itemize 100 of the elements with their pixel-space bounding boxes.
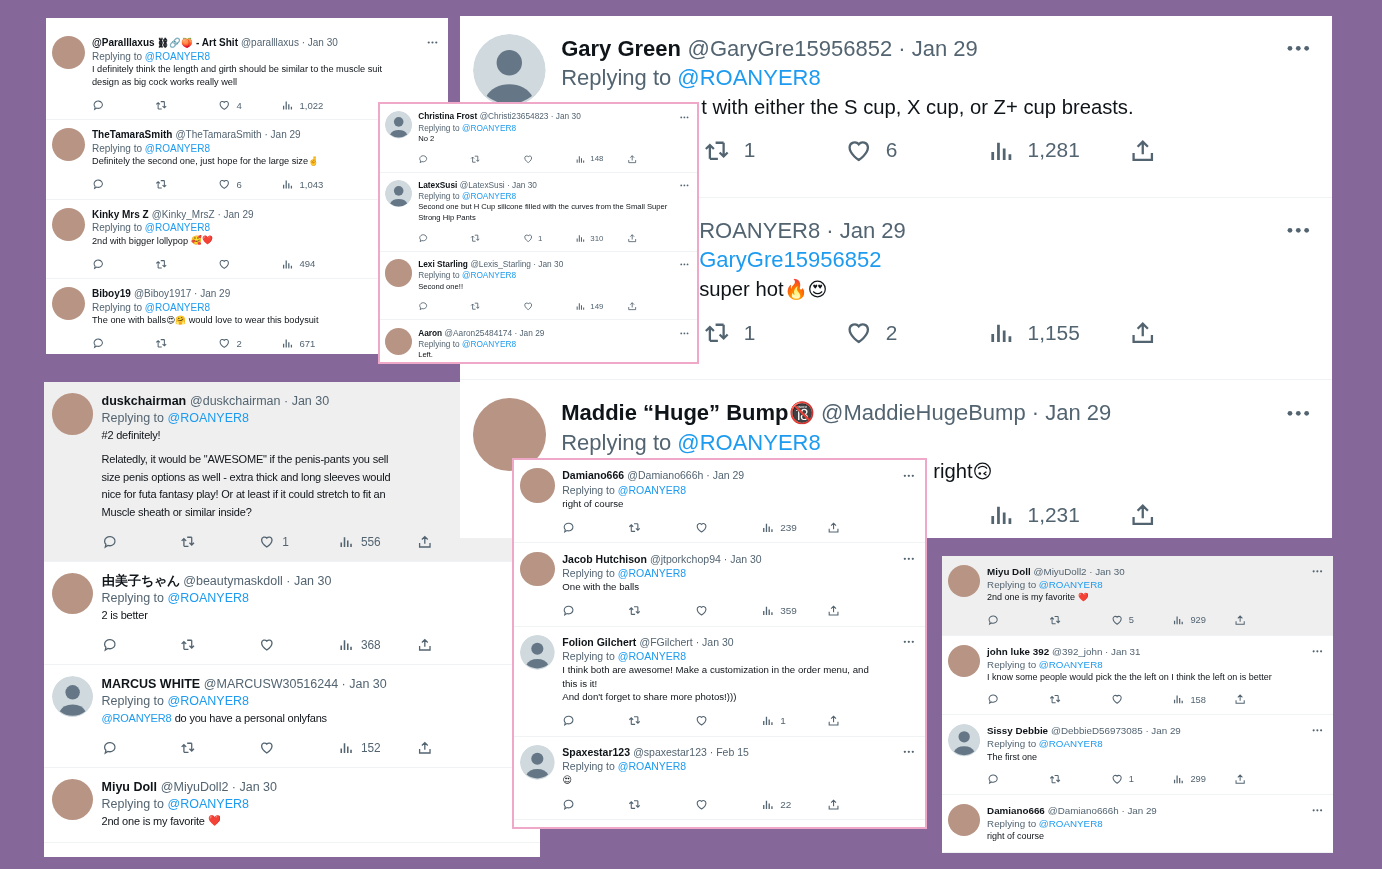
retweet-icon[interactable] [155, 178, 168, 191]
retweet-icon[interactable] [470, 301, 481, 312]
mention-link[interactable]: @ROANYER8 [461, 191, 517, 202]
heart-icon[interactable] [259, 637, 275, 653]
mention-link[interactable]: @ROANYER8 [617, 483, 687, 496]
share-icon[interactable] [416, 637, 433, 653]
heart-icon[interactable] [259, 740, 275, 756]
heart-icon[interactable] [694, 797, 708, 811]
mention-link[interactable]: @ROANYER8 [167, 411, 249, 426]
bar-chart-icon[interactable] [760, 604, 774, 618]
mention-link[interactable]: @ROANYER8 [167, 797, 249, 811]
mention-link[interactable]: @ROANYER8 [617, 760, 687, 773]
mention-link[interactable]: GaryGre15956852 [699, 247, 882, 273]
speech-bubble-icon[interactable] [101, 534, 118, 550]
speech-bubble-icon[interactable] [562, 604, 576, 618]
retweet-icon[interactable] [470, 232, 481, 244]
mention-link[interactable]: @ROANYER8 [1038, 738, 1103, 750]
share-icon[interactable] [826, 604, 840, 618]
speech-bubble-icon[interactable] [987, 693, 1000, 706]
speech-bubble-icon[interactable] [101, 637, 118, 653]
bar-chart-icon[interactable] [337, 637, 354, 653]
mention-link[interactable]: @ROANYER8 [677, 429, 821, 455]
mention-link[interactable]: @ROANYER8 [677, 65, 821, 91]
heart-icon[interactable] [218, 98, 231, 112]
heart-icon[interactable] [1110, 613, 1123, 626]
mention-link[interactable]: @ROANYER8 [1038, 579, 1103, 591]
bar-chart-icon[interactable] [575, 153, 586, 165]
share-icon[interactable] [416, 740, 433, 756]
heart-icon[interactable] [1110, 773, 1123, 786]
heart-icon[interactable] [259, 534, 275, 550]
heart-icon[interactable] [218, 257, 231, 270]
mention-link[interactable]: @ROANYER8 [1038, 818, 1103, 830]
speech-bubble-icon[interactable] [418, 153, 429, 165]
share-icon[interactable] [627, 301, 638, 312]
bar-chart-icon[interactable] [760, 714, 774, 728]
retweet-icon[interactable] [155, 336, 168, 350]
heart-icon[interactable] [218, 336, 231, 350]
speech-bubble-icon[interactable] [92, 257, 105, 270]
bar-chart-icon[interactable] [1172, 773, 1185, 786]
bar-chart-icon[interactable] [337, 534, 354, 550]
speech-bubble-icon[interactable] [92, 98, 105, 112]
mention-link[interactable]: @ROANYER8 [167, 591, 249, 606]
retweet-icon[interactable] [180, 637, 196, 653]
mention-link[interactable]: @ROANYER8 [144, 222, 210, 234]
retweet-icon[interactable] [1048, 613, 1062, 626]
speech-bubble-icon[interactable] [562, 520, 576, 534]
share-icon[interactable] [416, 534, 433, 550]
mention-link[interactable]: @ROANYER8 [144, 50, 210, 62]
retweet-icon[interactable] [628, 520, 642, 534]
heart-icon[interactable] [522, 232, 534, 244]
speech-bubble-icon[interactable] [562, 797, 576, 811]
share-icon[interactable] [826, 520, 840, 534]
retweet-icon[interactable] [628, 797, 642, 811]
retweet-icon[interactable] [628, 714, 642, 728]
bar-chart-icon[interactable] [1172, 693, 1185, 706]
retweet-icon[interactable] [155, 257, 168, 270]
speech-bubble-icon[interactable] [101, 740, 118, 756]
bar-chart-icon[interactable] [337, 740, 354, 756]
heart-icon[interactable] [218, 178, 231, 191]
heart-icon[interactable] [694, 520, 708, 534]
retweet-icon[interactable] [1048, 773, 1062, 786]
retweet-icon[interactable] [180, 534, 196, 550]
speech-bubble-icon[interactable] [418, 232, 429, 244]
share-icon[interactable] [627, 232, 638, 244]
mention-link[interactable]: @ROANYER8 [461, 270, 517, 281]
mention-link[interactable]: @ROANYER8 [167, 694, 249, 709]
tweet-text: 2nd one is my favorite ❤ [987, 591, 1089, 604]
mention-link[interactable]: @ROANYER8 [144, 142, 210, 154]
retweet-icon[interactable] [470, 153, 481, 165]
retweet-icon[interactable] [180, 740, 196, 756]
heart-icon[interactable] [694, 714, 708, 728]
speech-bubble-icon[interactable] [987, 773, 1000, 786]
speech-bubble-icon[interactable] [987, 613, 1000, 626]
share-icon[interactable] [1234, 693, 1247, 706]
mention-link[interactable]: @ROANYER8 [144, 301, 210, 313]
bar-chart-icon[interactable] [575, 232, 586, 244]
bar-chart-icon[interactable] [575, 301, 586, 312]
speech-bubble-icon[interactable] [418, 301, 429, 312]
retweet-icon[interactable] [155, 98, 168, 112]
heart-icon[interactable] [522, 301, 534, 312]
share-icon[interactable] [1234, 613, 1247, 626]
share-icon[interactable] [627, 153, 638, 165]
speech-bubble-icon[interactable] [562, 714, 576, 728]
speech-bubble-icon[interactable] [92, 178, 105, 191]
heart-icon[interactable] [1110, 693, 1123, 706]
share-icon[interactable] [826, 714, 840, 728]
bar-chart-icon[interactable] [281, 178, 294, 191]
mention-link[interactable]: @ROANYER8 [461, 338, 517, 349]
mention-link[interactable]: @ROANYER8 [461, 122, 517, 133]
mention-link[interactable]: @ROANYER8 [1038, 658, 1103, 670]
mention-link[interactable]: @ROANYER8 [617, 650, 687, 663]
share-icon[interactable] [826, 797, 840, 811]
mention-link[interactable]: @ROANYER8 [617, 566, 687, 579]
mention-link[interactable]: @ROANYER8 [101, 711, 172, 724]
retweet-icon[interactable] [1048, 693, 1062, 706]
share-icon[interactable] [1234, 773, 1247, 786]
heart-icon[interactable] [694, 604, 708, 618]
retweet-icon[interactable] [628, 604, 642, 618]
speech-bubble-icon[interactable] [92, 336, 105, 350]
heart-icon[interactable] [522, 153, 534, 165]
